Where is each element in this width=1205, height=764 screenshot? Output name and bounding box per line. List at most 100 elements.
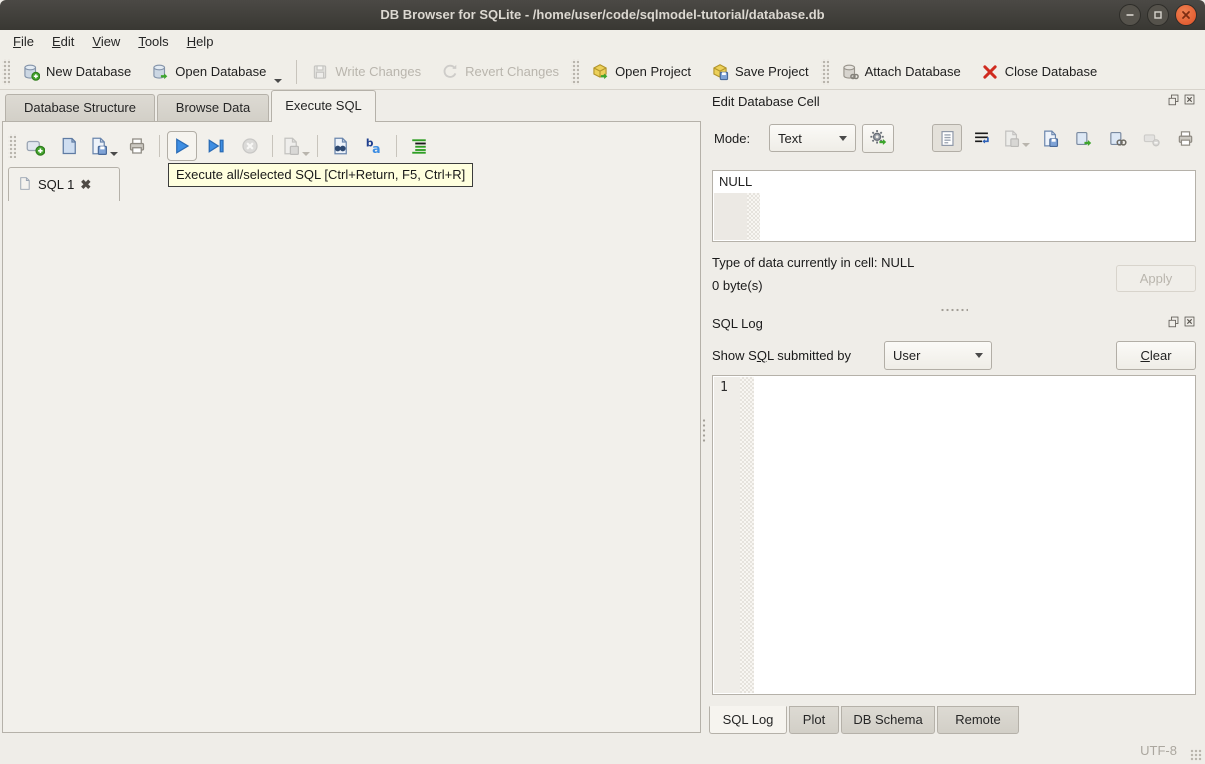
sql-log-header: SQL Log [712, 315, 1196, 331]
toolbar-label: Open Database [175, 64, 267, 79]
import-cell-data-button[interactable] [1034, 124, 1064, 152]
chevron-down-icon [302, 152, 310, 156]
minimize-button[interactable] [1119, 4, 1141, 26]
print-cell-button[interactable] [1170, 124, 1200, 152]
find-replace-button[interactable] [325, 131, 355, 161]
apply-button[interactable]: Apply [1116, 265, 1196, 292]
word-wrap-icon [972, 129, 991, 148]
auto-completion-button[interactable]: ba [359, 131, 389, 161]
sql-log-title: SQL Log [712, 315, 763, 331]
tab-execute-sql[interactable]: Execute SQL [271, 90, 376, 122]
tab-browse-data[interactable]: Browse Data [157, 94, 269, 122]
log-filter-value: User [893, 348, 921, 363]
close-button[interactable] [1175, 4, 1197, 26]
resize-grip[interactable] [1190, 749, 1202, 761]
float-dock-icon[interactable] [1167, 93, 1180, 109]
cell-type-label: Type of data currently in cell: NULL [712, 255, 915, 270]
sql-editor-tab[interactable]: SQL 1 ✖ [8, 167, 120, 201]
toolbar-separator [317, 135, 318, 157]
vertical-splitter-handle[interactable] [702, 418, 706, 444]
save-sql-file-icon [88, 136, 108, 156]
execute-sql-button[interactable] [167, 131, 197, 161]
format-sql-button[interactable] [404, 131, 434, 161]
toolbar-handle[interactable] [820, 58, 829, 85]
open-project-button[interactable]: Open Project [581, 57, 701, 87]
menu-view[interactable]: View [83, 30, 129, 54]
tab-database-structure[interactable]: Database Structure [5, 94, 155, 122]
float-dock-icon[interactable] [1167, 315, 1180, 331]
set-null-icon [1142, 129, 1161, 148]
toolbar-handle[interactable] [2, 58, 10, 85]
toolbar-label: Close Database [1004, 64, 1098, 79]
splitter-handle[interactable] [940, 308, 968, 312]
main-toolbar: New Database Open Database Write Changes Re… [0, 54, 1205, 90]
export-cell-data-button[interactable] [1068, 124, 1098, 152]
execute-current-line-button[interactable] [201, 131, 231, 161]
link-icon [1108, 129, 1127, 148]
mode-select[interactable]: Text [769, 124, 856, 152]
menu-file[interactable]: File [4, 30, 43, 54]
gear-apply-icon [869, 128, 888, 150]
dock-tab-sql-log[interactable]: SQL Log [709, 706, 787, 734]
svg-text:a: a [372, 141, 380, 156]
save-sql-file-button[interactable] [88, 131, 118, 161]
maximize-button[interactable] [1147, 4, 1169, 26]
db-attach-icon [841, 63, 859, 81]
revert-changes-button: Revert Changes [431, 57, 569, 87]
save-project-button[interactable]: Save Project [701, 57, 819, 87]
open-sql-file-button[interactable] [54, 131, 84, 161]
log-line-number: 1 [720, 380, 728, 395]
text-mode-button[interactable] [932, 124, 962, 152]
dock-tab-remote[interactable]: Remote [937, 706, 1019, 734]
tab-label: Database Structure [23, 100, 136, 115]
open-in-external-button[interactable] [1102, 124, 1132, 152]
save-results-button [280, 131, 310, 161]
chevron-down-icon [975, 353, 983, 358]
clear-log-button[interactable]: Clear [1116, 341, 1196, 370]
word-wrap-button[interactable] [966, 124, 996, 152]
dock-tab-db-schema[interactable]: DB Schema [841, 706, 935, 734]
toolbar-handle[interactable] [8, 134, 16, 158]
dock-tab-plot[interactable]: Plot [789, 706, 839, 734]
chevron-down-icon[interactable] [274, 78, 283, 83]
tab-label: Execute SQL [285, 98, 362, 113]
encoding-indicator[interactable]: UTF-8 [1140, 743, 1177, 758]
stop-icon [240, 136, 260, 156]
save-cell-icon [1001, 129, 1020, 148]
chevron-down-icon [839, 135, 847, 141]
cell-toolbar [928, 124, 1200, 152]
toolbar-handle[interactable] [571, 58, 580, 85]
close-dock-icon[interactable] [1183, 93, 1196, 109]
cell-editor[interactable]: NULL [712, 170, 1196, 242]
sql-log-view[interactable]: 1 [712, 375, 1196, 695]
new-sql-tab-button[interactable] [20, 131, 50, 161]
close-database-button[interactable]: Close Database [971, 57, 1108, 87]
close-tab-icon[interactable]: ✖ [80, 177, 91, 193]
cell-fold-margin [747, 193, 760, 240]
write-changes-button: Write Changes [301, 57, 431, 87]
sql-editor-toolbar: ba [6, 128, 696, 164]
menu-edit[interactable]: Edit [43, 30, 83, 54]
apply-mode-button[interactable] [862, 124, 894, 153]
toolbar-separator [159, 135, 160, 157]
save-results-icon [280, 136, 300, 156]
menu-tools[interactable]: Tools [129, 30, 177, 54]
import-cell-icon [1040, 129, 1059, 148]
log-filter-select[interactable]: User [884, 341, 992, 370]
attach-database-button[interactable]: Attach Database [831, 57, 971, 87]
toolbar-label: Open Project [615, 64, 691, 79]
sql-tab-label: SQL 1 [38, 177, 75, 192]
print-sql-button[interactable] [122, 131, 152, 161]
chevron-down-icon [1021, 143, 1030, 147]
text-mode-icon [938, 129, 957, 148]
execute-all-icon [172, 136, 192, 156]
menu-help[interactable]: Help [178, 30, 223, 54]
chevron-down-icon [110, 152, 118, 156]
autocomplete-icon: ba [364, 136, 384, 156]
sql-doc-icon [17, 176, 32, 194]
write-changes-icon [311, 63, 329, 81]
revert-changes-icon [441, 63, 459, 81]
new-database-button[interactable]: New Database [12, 57, 141, 87]
close-dock-icon[interactable] [1183, 315, 1196, 331]
open-database-button[interactable]: Open Database [141, 57, 292, 87]
